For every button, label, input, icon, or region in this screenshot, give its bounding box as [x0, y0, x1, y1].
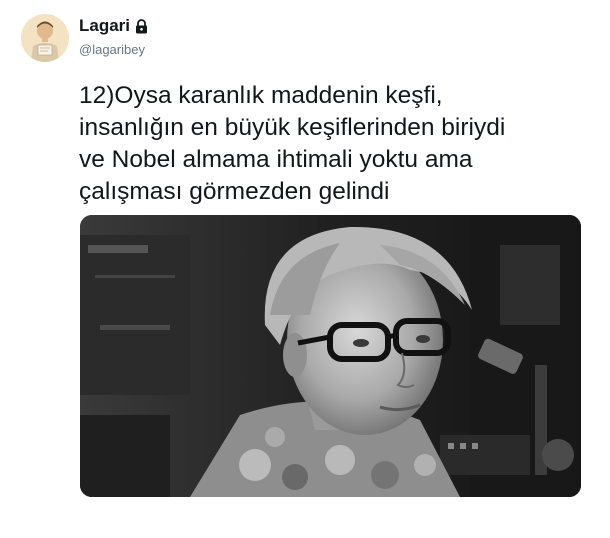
tweet-text: 12)Oysa karanlık maddenin keşfi, insanlı… [79, 82, 506, 205]
author-handle[interactable]: @lagaribey [79, 42, 145, 57]
author-name[interactable]: Lagari [79, 16, 148, 36]
tweet-photo[interactable] [80, 215, 581, 497]
avatar[interactable] [21, 14, 69, 62]
black-and-white-portrait-photo-icon [80, 215, 581, 497]
lock-icon [135, 18, 148, 34]
display-name-label: Lagari [79, 16, 131, 35]
avatar-illustration-icon [21, 14, 69, 62]
